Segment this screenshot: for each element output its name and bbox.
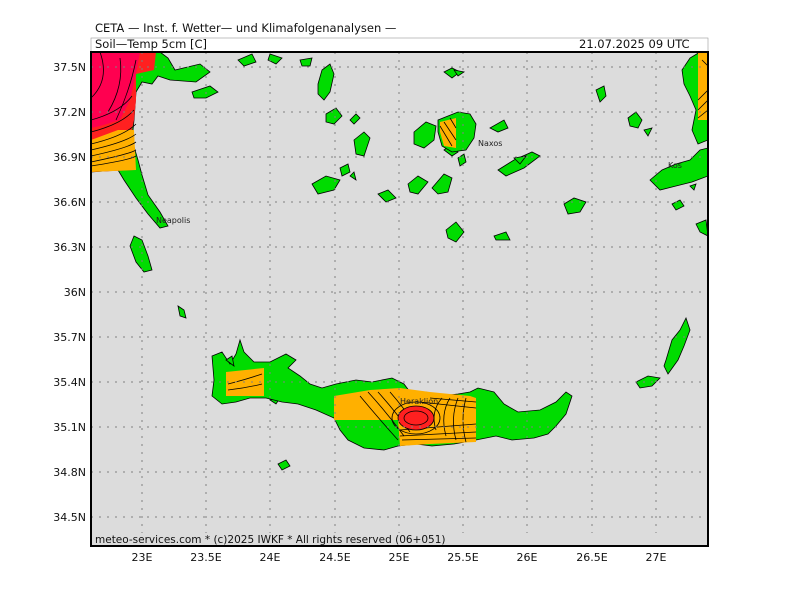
y-tick-label: 37.5N <box>53 61 86 74</box>
x-tick-label: 24.5E <box>319 551 350 564</box>
y-tick-label: 36.3N <box>53 241 86 254</box>
sea-background <box>91 52 708 546</box>
map-canvas: Naxos Neapolis Kos Heraklion meteo-servi… <box>53 37 709 564</box>
y-tick-label: 37.2N <box>53 106 86 119</box>
x-tick-label: 26E <box>517 551 538 564</box>
x-tick-label: 25E <box>389 551 410 564</box>
place-label-naxos: Naxos <box>478 139 502 148</box>
y-tick-label: 36N <box>64 286 86 299</box>
y-tick-label: 36.9N <box>53 151 86 164</box>
copyright-footer: meteo-services.com * (c)2025 IWKF * All … <box>95 534 446 546</box>
x-tick-label: 26.5E <box>576 551 607 564</box>
place-label-kos: Kos <box>668 161 682 170</box>
y-tick-label: 34.5N <box>53 511 86 524</box>
y-tick-label: 34.8N <box>53 466 86 479</box>
x-tick-label: 25.5E <box>447 551 478 564</box>
x-tick-label: 27E <box>646 551 667 564</box>
x-tick-label: 23.5E <box>190 551 221 564</box>
y-tick-label: 36.6N <box>53 196 86 209</box>
y-tick-label: 35.1N <box>53 421 86 434</box>
variable-header-band <box>90 37 709 53</box>
y-tick-label: 35.4N <box>53 376 86 389</box>
place-label-heraklion: Heraklion <box>400 397 438 406</box>
x-tick-label: 23E <box>132 551 153 564</box>
place-label-neapolis: Neapolis <box>156 216 190 225</box>
heraklion-hot-core <box>397 405 435 431</box>
y-tick-label: 35.7N <box>53 331 86 344</box>
x-tick-label: 24E <box>260 551 281 564</box>
